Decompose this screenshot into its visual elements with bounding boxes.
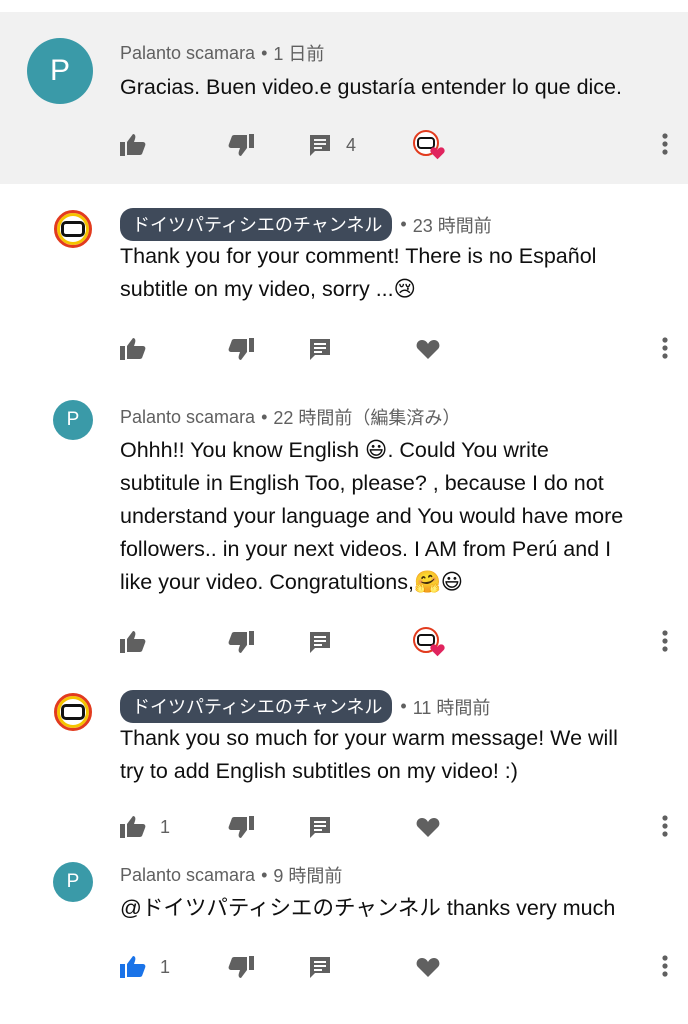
more-button[interactable] bbox=[662, 337, 668, 364]
separator-dot: • bbox=[261, 42, 268, 63]
comment-author[interactable]: Palanto scamara bbox=[120, 407, 255, 428]
separator-dot: • bbox=[400, 696, 407, 716]
avatar[interactable]: P bbox=[27, 38, 93, 104]
comment-text: Ohhh!! You know English 😃. Could You wri… bbox=[120, 438, 624, 594]
creator-heart-badge bbox=[413, 129, 445, 161]
thumbs-up-icon bbox=[120, 338, 146, 360]
channel-logo-icon bbox=[54, 210, 92, 248]
comment-meta: Palanto scamara • 22 時間前（編集済み） bbox=[120, 404, 460, 430]
more-button[interactable] bbox=[662, 815, 668, 842]
avatar[interactable]: P bbox=[53, 400, 93, 440]
comment-author[interactable]: Palanto scamara bbox=[120, 43, 255, 64]
comment-meta: ドイツパティシエのチャンネル • 11 時間前 bbox=[120, 690, 490, 723]
like-button[interactable] bbox=[120, 333, 146, 365]
comment-item: P Palanto scamara • 9 時間前 @ドイツパティシエのチャンネ… bbox=[0, 862, 688, 1022]
separator-dot: • bbox=[400, 214, 407, 234]
creator-name-chip[interactable]: ドイツパティシエのチャンネル bbox=[120, 208, 393, 241]
separator-dot: • bbox=[261, 864, 268, 885]
thumbs-up-icon bbox=[120, 134, 146, 156]
heart-icon bbox=[416, 340, 440, 359]
comment-time: 1 日前 bbox=[273, 44, 325, 64]
comment-item: P Palanto scamara • 1 日前 Gracias. Buen v… bbox=[0, 12, 688, 184]
more-vert-icon bbox=[662, 955, 668, 977]
like-count: 1 bbox=[160, 956, 171, 977]
comment-icon bbox=[310, 339, 330, 360]
heart-icon bbox=[416, 958, 440, 977]
creator-name-chip[interactable]: ドイツパティシエのチャンネル bbox=[120, 690, 393, 723]
comment-text: @ドイツパティシエのチャンネル thanks very much bbox=[120, 896, 616, 920]
comment-meta: ドイツパティシエのチャンネル • 23 時間前 bbox=[120, 208, 492, 241]
comment-actions bbox=[120, 333, 688, 365]
more-vert-icon bbox=[662, 337, 668, 359]
comment-meta: Palanto scamara • 1 日前 bbox=[120, 40, 324, 66]
comment-author[interactable]: Palanto scamara bbox=[120, 865, 255, 886]
reply-button[interactable] bbox=[308, 626, 332, 658]
avatar[interactable]: P bbox=[53, 862, 93, 902]
heart-button[interactable] bbox=[416, 951, 440, 983]
comment-actions: 4 bbox=[120, 129, 688, 161]
comment-time: 11 時間前 bbox=[412, 697, 491, 718]
more-vert-icon bbox=[662, 630, 668, 652]
avatar[interactable] bbox=[53, 209, 93, 249]
comment-actions bbox=[120, 626, 688, 658]
comment-text: Gracias. Buen video.e gustaría entender … bbox=[120, 75, 622, 99]
heart-icon bbox=[416, 818, 440, 837]
dislike-button[interactable] bbox=[228, 626, 254, 658]
dislike-button[interactable] bbox=[228, 951, 254, 983]
thumbs-up-icon bbox=[120, 631, 146, 653]
comment-icon bbox=[310, 957, 330, 978]
more-button[interactable] bbox=[662, 133, 668, 160]
thumbs-down-icon bbox=[228, 631, 254, 653]
heart-icon bbox=[430, 644, 445, 657]
comment-meta: Palanto scamara • 9 時間前 bbox=[120, 862, 342, 888]
dislike-button[interactable] bbox=[228, 811, 254, 843]
comment-icon bbox=[310, 632, 330, 653]
comment-time: 9 時間前 bbox=[273, 866, 343, 886]
like-button[interactable]: 1 bbox=[120, 811, 170, 843]
top-strip bbox=[0, 0, 688, 12]
thumbs-down-icon bbox=[228, 956, 254, 978]
comment-actions: 1 bbox=[120, 811, 688, 843]
heart-button[interactable] bbox=[416, 333, 440, 365]
dislike-button[interactable] bbox=[228, 333, 254, 365]
comment-actions: 1 bbox=[120, 951, 688, 983]
comment-time: 23 時間前 bbox=[412, 215, 492, 236]
thumbs-down-icon bbox=[228, 134, 254, 156]
avatar-letter: P bbox=[66, 871, 80, 892]
like-button[interactable] bbox=[120, 129, 146, 161]
avatar-letter: P bbox=[49, 54, 70, 87]
reply-count: 4 bbox=[346, 134, 357, 155]
more-vert-icon bbox=[662, 133, 668, 155]
dislike-button[interactable] bbox=[228, 129, 254, 161]
creator-heart-badge bbox=[413, 626, 445, 658]
thumbs-down-icon bbox=[228, 816, 254, 838]
like-button[interactable] bbox=[120, 626, 146, 658]
channel-logo-icon bbox=[54, 693, 92, 731]
reply-button[interactable] bbox=[308, 951, 332, 983]
thumbs-up-icon bbox=[120, 956, 146, 978]
more-button[interactable] bbox=[662, 955, 668, 982]
separator-dot: • bbox=[261, 406, 268, 427]
like-count: 1 bbox=[160, 816, 171, 837]
reply-button[interactable] bbox=[308, 333, 332, 365]
comment-item: ドイツパティシエのチャンネル • 23 時間前 Thank you for yo… bbox=[0, 184, 688, 378]
comment-item: P Palanto scamara • 22 時間前（編集済み） Ohhh!! … bbox=[0, 378, 688, 672]
comment-text: Thank you so much for your warm message!… bbox=[120, 726, 618, 783]
thumbs-down-icon bbox=[228, 338, 254, 360]
comment-icon bbox=[310, 817, 330, 838]
reply-button[interactable] bbox=[308, 811, 332, 843]
comment-time: 22 時間前（編集済み） bbox=[273, 408, 461, 428]
thumbs-up-icon bbox=[120, 816, 146, 838]
more-vert-icon bbox=[662, 815, 668, 837]
comment-text: Thank you for your comment! There is no … bbox=[120, 244, 597, 301]
heart-icon bbox=[430, 147, 445, 160]
comment-icon bbox=[310, 135, 330, 156]
heart-button[interactable] bbox=[416, 811, 440, 843]
avatar-letter: P bbox=[66, 409, 80, 430]
more-button[interactable] bbox=[662, 630, 668, 657]
avatar[interactable] bbox=[53, 692, 93, 732]
reply-button[interactable]: 4 bbox=[308, 129, 356, 161]
like-button[interactable]: 1 bbox=[120, 951, 170, 983]
comment-item: ドイツパティシエのチャンネル • 11 時間前 Thank you so muc… bbox=[0, 672, 688, 862]
